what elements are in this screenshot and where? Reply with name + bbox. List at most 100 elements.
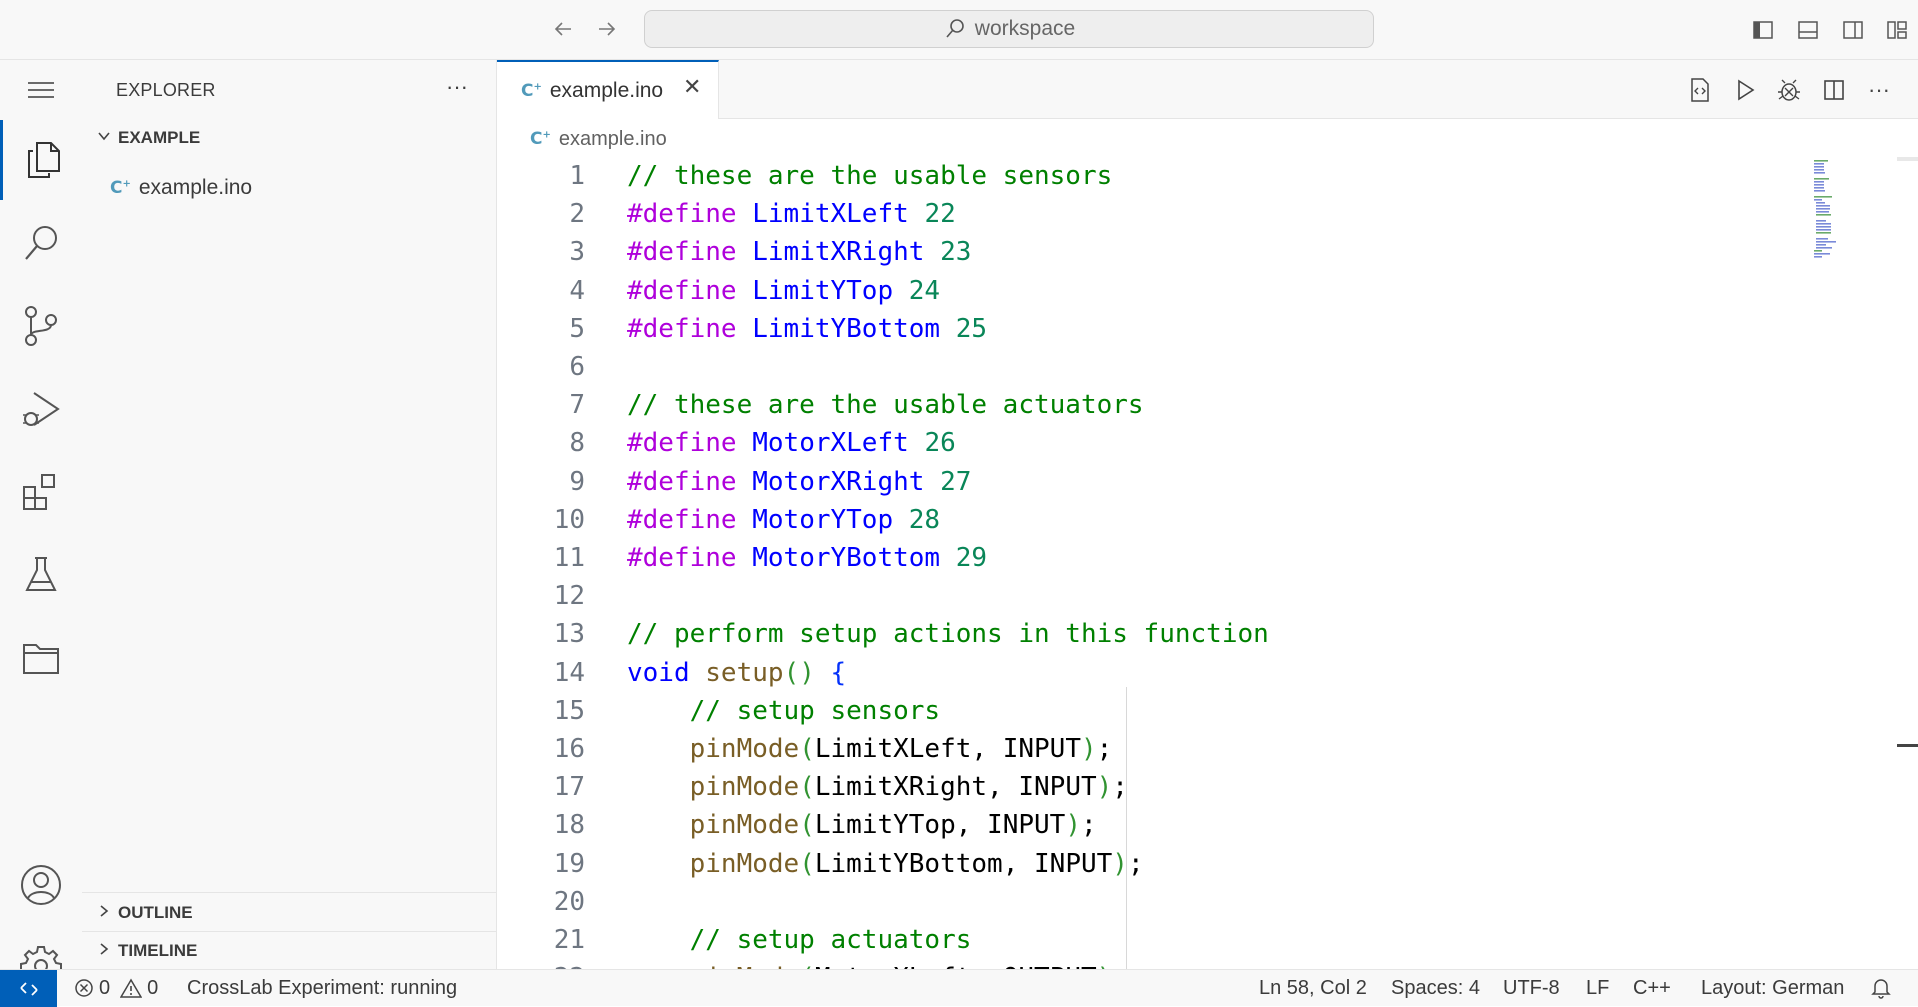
run-icon[interactable]	[1729, 74, 1761, 106]
chevron-right-icon	[90, 903, 118, 924]
minimap-line	[1814, 256, 1822, 258]
line-code: pinMode(LimitXRight, INPUT);	[689, 772, 1128, 803]
error-icon	[75, 979, 93, 997]
minimap-line	[1814, 187, 1824, 189]
line-number: 1	[569, 161, 585, 191]
code-line[interactable]: 22 pinMode(MotorXLeft, OUTPUT);	[497, 959, 1128, 969]
line-code: pinMode(MotorXLeft, OUTPUT);	[627, 959, 1128, 969]
code-line[interactable]: 3 #define LimitXRight 23	[497, 233, 971, 271]
testing-icon[interactable]	[0, 535, 82, 615]
folder-section-header[interactable]: EXAMPLE	[82, 120, 497, 156]
explorer-icon[interactable]	[0, 120, 82, 200]
indentation-setting[interactable]: Spaces: 4	[1391, 970, 1480, 1006]
line-code: #define LimitXLeft 22	[627, 199, 956, 230]
line-number: 6	[569, 352, 585, 382]
code-line[interactable]: 6	[497, 348, 585, 386]
cpp-file-icon: C+	[110, 178, 131, 198]
open-preview-icon[interactable]	[1684, 74, 1716, 106]
minimap-line	[1816, 214, 1831, 216]
tab-example-ino[interactable]: C+ example.ino ✕	[497, 60, 719, 119]
code-line[interactable]: 8 #define MotorXLeft 26	[497, 424, 955, 462]
folder-icon[interactable]	[0, 618, 82, 698]
language-mode[interactable]: C++	[1633, 970, 1671, 1006]
minimap-line	[1814, 178, 1829, 180]
code-line[interactable]: 18 pinMode(LimitYTop, INPUT);	[497, 806, 1097, 844]
minimap[interactable]	[1812, 158, 1882, 278]
close-icon[interactable]: ✕	[683, 74, 701, 100]
code-line[interactable]: 2 #define LimitXLeft 22	[497, 195, 955, 233]
divider	[82, 892, 497, 893]
extensions-icon[interactable]	[0, 452, 82, 532]
warning-count: 0	[147, 976, 159, 999]
forward-arrow-icon[interactable]	[592, 14, 622, 44]
code-line[interactable]: 16 pinMode(LimitXLeft, INPUT);	[497, 730, 1113, 768]
code-line[interactable]: 14 void setup() {	[497, 654, 847, 692]
command-center-search[interactable]: workspace	[644, 10, 1374, 48]
outline-section-header[interactable]: OUTLINE	[82, 895, 497, 931]
code-line[interactable]: 13 // perform setup actions in this funct…	[497, 615, 1269, 653]
code-line[interactable]: 12	[497, 577, 585, 615]
encoding-setting[interactable]: UTF-8	[1503, 970, 1560, 1006]
code-line[interactable]: 17 pinMode(LimitXRight, INPUT);	[497, 768, 1128, 806]
warning-icon	[120, 978, 143, 998]
minimap-line	[1816, 202, 1825, 204]
line-number: 2	[569, 199, 585, 230]
line-number: 12	[553, 581, 585, 612]
line-code: pinMode(LimitYTop, INPUT);	[689, 810, 1097, 841]
toggle-panel-icon[interactable]	[1793, 15, 1823, 45]
minimap-line	[1814, 196, 1832, 198]
code-editor[interactable]: 1 // these are the usable sensors 2 #define…	[497, 157, 1877, 969]
remote-indicator-icon[interactable]	[0, 970, 57, 1007]
folder-name: EXAMPLE	[118, 128, 201, 147]
debug-icon[interactable]	[1773, 74, 1805, 106]
keyboard-layout[interactable]: Layout: German	[1701, 970, 1844, 1006]
back-arrow-icon[interactable]	[548, 14, 578, 44]
search-icon[interactable]	[0, 203, 82, 283]
minimap-line	[1816, 232, 1831, 234]
minimap-line	[1816, 220, 1826, 222]
timeline-section-header[interactable]: TIMELINE	[82, 933, 497, 969]
customize-layout-icon[interactable]	[1882, 15, 1912, 45]
file-tree-item[interactable]: C+ example.ino	[110, 171, 252, 205]
code-line[interactable]: 11 #define MotorYBottom 29	[497, 539, 987, 577]
minimap-line	[1814, 184, 1824, 186]
run-debug-icon[interactable]	[0, 369, 82, 449]
account-icon[interactable]	[0, 845, 82, 925]
sidebar-more-actions-icon[interactable]: ···	[442, 72, 472, 102]
line-code: // setup sensors	[627, 695, 941, 726]
code-line[interactable]: 20	[497, 883, 585, 921]
toggle-primary-sidebar-icon[interactable]	[1748, 15, 1778, 45]
code-line[interactable]: 10 #define MotorYTop 28	[497, 501, 940, 539]
breadcrumb[interactable]: C+ example.ino	[530, 126, 667, 152]
problems-indicator[interactable]: 0 0	[74, 970, 158, 1006]
divider	[82, 931, 497, 932]
notifications-bell-icon[interactable]	[1870, 970, 1892, 1006]
more-actions-icon[interactable]: ···	[1863, 74, 1895, 106]
crosslab-status[interactable]: CrossLab Experiment: running	[187, 970, 457, 1006]
line-number: 8	[569, 428, 585, 459]
code-line[interactable]: 21 // setup actuators	[497, 921, 972, 959]
cpp-file-icon: C+	[530, 129, 551, 149]
source-control-icon[interactable]	[0, 286, 82, 366]
chevron-right-icon	[90, 941, 118, 962]
code-line[interactable]: 5 #define LimitYBottom 25	[497, 310, 987, 348]
toggle-secondary-sidebar-icon[interactable]	[1838, 15, 1868, 45]
eol-setting[interactable]: LF	[1586, 970, 1609, 1006]
code-line[interactable]: 1 // these are the usable sensors	[497, 157, 1112, 195]
code-line[interactable]: 19 pinMode(LimitYBottom, INPUT);	[497, 845, 1144, 883]
line-number: 17	[553, 772, 585, 803]
code-line[interactable]: 15 // setup sensors	[497, 692, 940, 730]
cursor-position[interactable]: Ln 58, Col 2	[1259, 970, 1367, 1006]
menu-icon[interactable]	[0, 60, 82, 120]
minimap-line	[1816, 238, 1828, 240]
minimap-line	[1814, 250, 1822, 252]
indent-guide	[1126, 687, 1127, 969]
minimap-line	[1814, 166, 1824, 168]
code-line[interactable]: 4 #define LimitYTop 24	[497, 272, 940, 310]
code-line[interactable]: 7 // these are the usable actuators	[497, 386, 1143, 424]
code-line[interactable]: 9 #define MotorXRight 27	[497, 463, 971, 501]
breadcrumb-file: example.ino	[558, 127, 667, 150]
scrollbar-cursor-marker[interactable]	[1897, 744, 1918, 747]
split-editor-icon[interactable]	[1818, 74, 1850, 106]
line-number: 20	[553, 886, 585, 917]
